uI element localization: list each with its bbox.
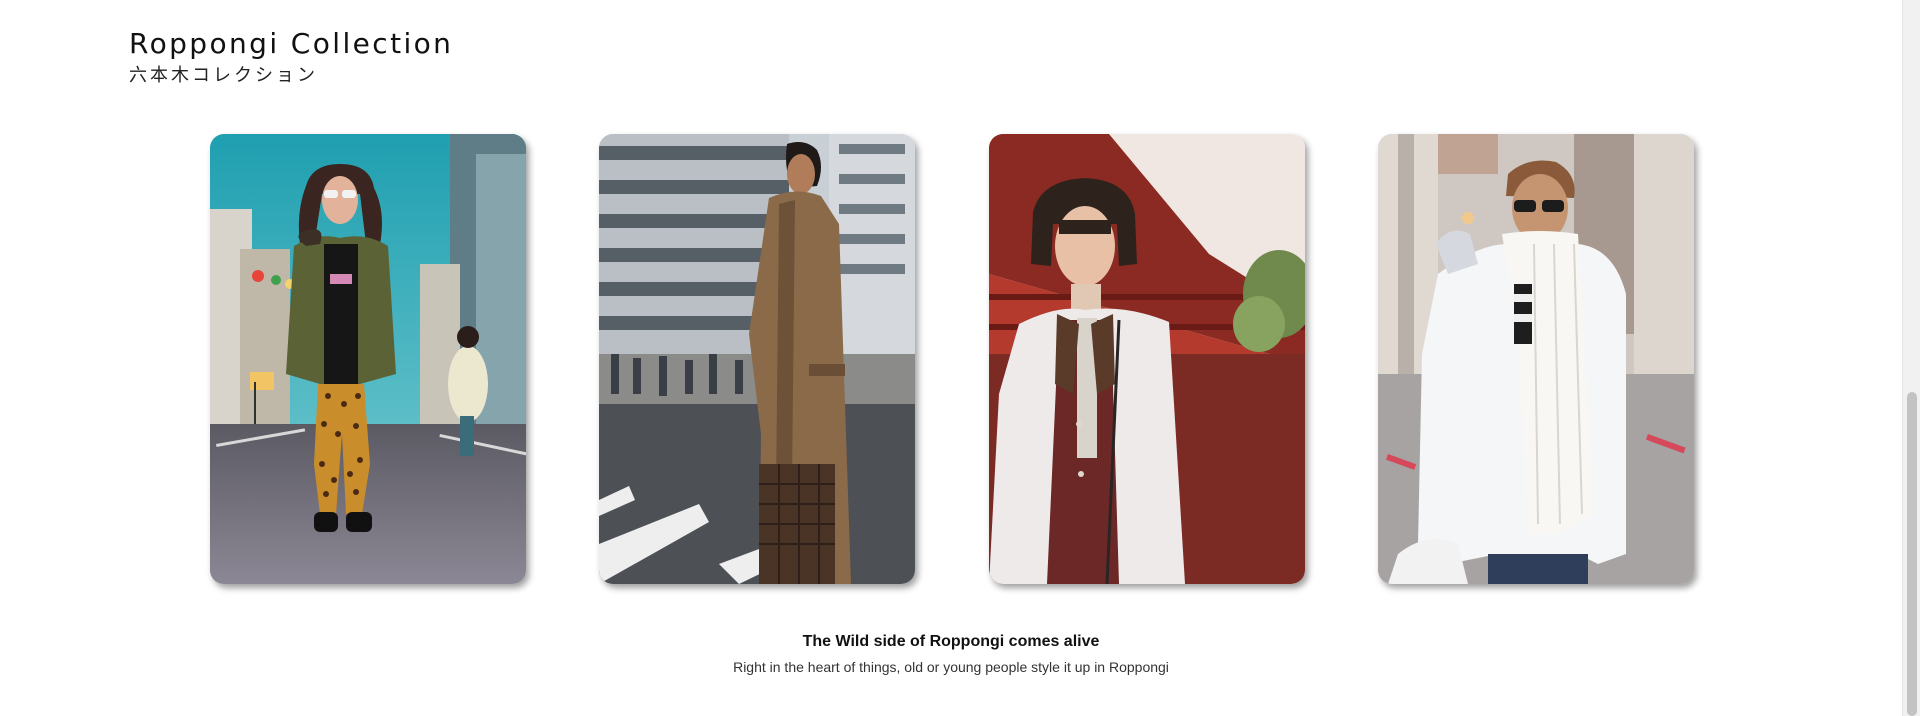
street-style-photo-2[interactable] bbox=[599, 134, 915, 584]
photo-4-image bbox=[1378, 134, 1694, 584]
photo-3-image bbox=[989, 134, 1305, 584]
gallery-caption-text: Right in the heart of things, old or you… bbox=[733, 659, 1169, 675]
vertical-scrollbar[interactable] bbox=[1902, 0, 1920, 716]
street-style-photo-3[interactable] bbox=[989, 134, 1305, 584]
page-subtitle-japanese: 六本木コレクション bbox=[129, 65, 318, 86]
photo-gallery bbox=[210, 134, 1694, 584]
page-title: Roppongi Collection bbox=[129, 27, 454, 60]
photo-2-image bbox=[599, 134, 915, 584]
scrollbar-thumb[interactable] bbox=[1907, 392, 1917, 716]
street-style-photo-4[interactable] bbox=[1378, 134, 1694, 584]
street-style-photo-1[interactable] bbox=[210, 134, 526, 584]
photo-1-image bbox=[210, 134, 526, 584]
page: Roppongi Collection 六本木コレクション The Wild s… bbox=[0, 0, 1902, 716]
gallery-caption-heading: The Wild side of Roppongi comes alive bbox=[802, 633, 1100, 650]
